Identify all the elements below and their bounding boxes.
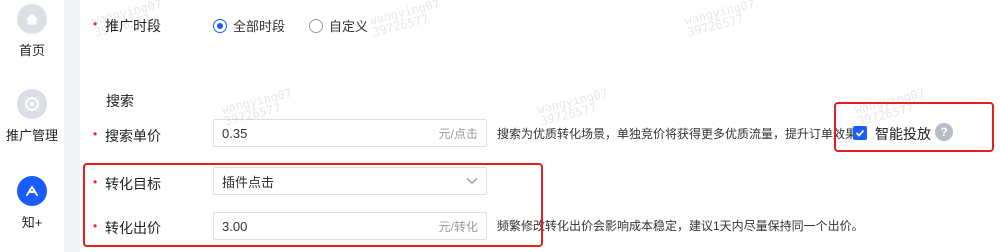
radio-custom[interactable]: 自定义 [309,16,368,35]
search-bid-unit: 元/点击 [438,126,478,141]
zhi-plus-icon [17,176,47,206]
content-gutter [64,0,80,252]
radio-label: 自定义 [329,19,369,34]
search-section-title: 搜索 [106,93,134,109]
search-bid-value: 0.35 [222,125,248,141]
sidebar-item-label: 首页 [18,43,45,58]
sidebar-item-label: 推广管理 [5,128,58,143]
conversion-bid-hint: 频繁修改转化出价会影响成本稳定，建议1天内尽量保持同一个出价。 [497,219,864,233]
sidebar-item-home[interactable]: 首页 [0,4,64,59]
search-bid-label: 搜索单价 [105,128,161,144]
sidebar-item-zhi-plus[interactable]: 知+ [0,176,64,231]
radio-all-time[interactable]: 全部时段 [213,16,285,35]
radio-label: 全部时段 [233,19,286,34]
promotion-manage-icon [17,89,47,119]
search-bid-hint: 搜索为优质转化场景，单独竞价将获得更多优质流量，提升订单效果 [497,127,858,141]
radio-circle-checked[interactable] [213,18,227,33]
search-bid-input[interactable]: 0.35 元/点击 [213,119,487,147]
required-mark: • [93,127,98,141]
highlight-box-conversion [83,163,543,247]
home-icon [17,4,47,34]
sidebar-item-promotion[interactable]: 推广管理 [0,89,64,144]
radio-circle[interactable] [309,18,323,33]
sidebar-item-label: 知+ [21,215,43,230]
sidebar: 首页 推广管理 知+ [0,0,64,252]
